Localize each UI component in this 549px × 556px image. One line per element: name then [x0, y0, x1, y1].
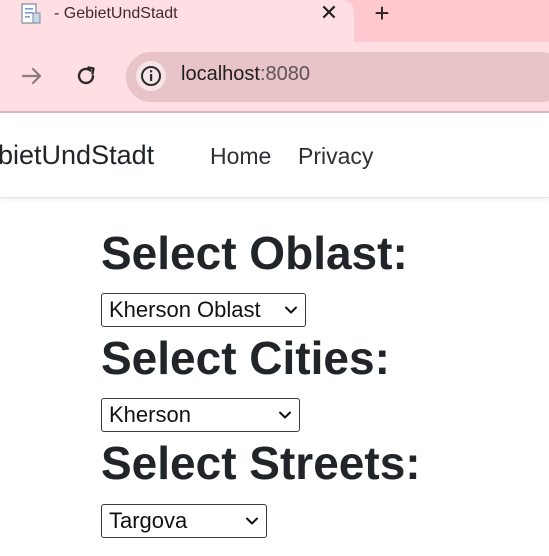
navbar-brand[interactable]: bietUndStadt: [0, 140, 154, 171]
site-info-icon[interactable]: [136, 61, 166, 91]
cities-select-value: Kherson: [109, 402, 191, 427]
close-tab-icon[interactable]: ✕: [316, 0, 342, 26]
streets-select[interactable]: Targova: [101, 504, 267, 538]
forward-arrow-icon[interactable]: [16, 60, 48, 92]
reload-icon[interactable]: [70, 60, 102, 92]
oblast-select[interactable]: Kherson Oblast: [101, 293, 306, 327]
new-tab-icon[interactable]: +: [368, 0, 396, 27]
streets-heading: Select Streets:: [101, 437, 421, 489]
cities-select[interactable]: Kherson: [101, 398, 300, 432]
chevron-down-icon: [278, 408, 292, 422]
oblast-select-value: Kherson Oblast: [109, 297, 261, 322]
oblast-heading: Select Oblast:: [101, 227, 408, 279]
chevron-down-icon: [245, 514, 259, 528]
nav-link-home[interactable]: Home: [210, 143, 271, 170]
streets-select-value: Targova: [109, 508, 188, 533]
url-port: :8080: [259, 63, 310, 85]
tab-title: - GebietUndStadt: [54, 5, 178, 22]
cities-heading: Select Cities:: [101, 332, 390, 384]
page-icon: [20, 3, 42, 25]
active-tab[interactable]: - GebietUndStadt ✕: [0, 0, 354, 42]
url-text[interactable]: localhost:8080: [181, 63, 310, 86]
chevron-down-icon: [284, 303, 298, 317]
url-host: localhost: [181, 63, 260, 85]
nav-link-privacy[interactable]: Privacy: [298, 143, 373, 170]
